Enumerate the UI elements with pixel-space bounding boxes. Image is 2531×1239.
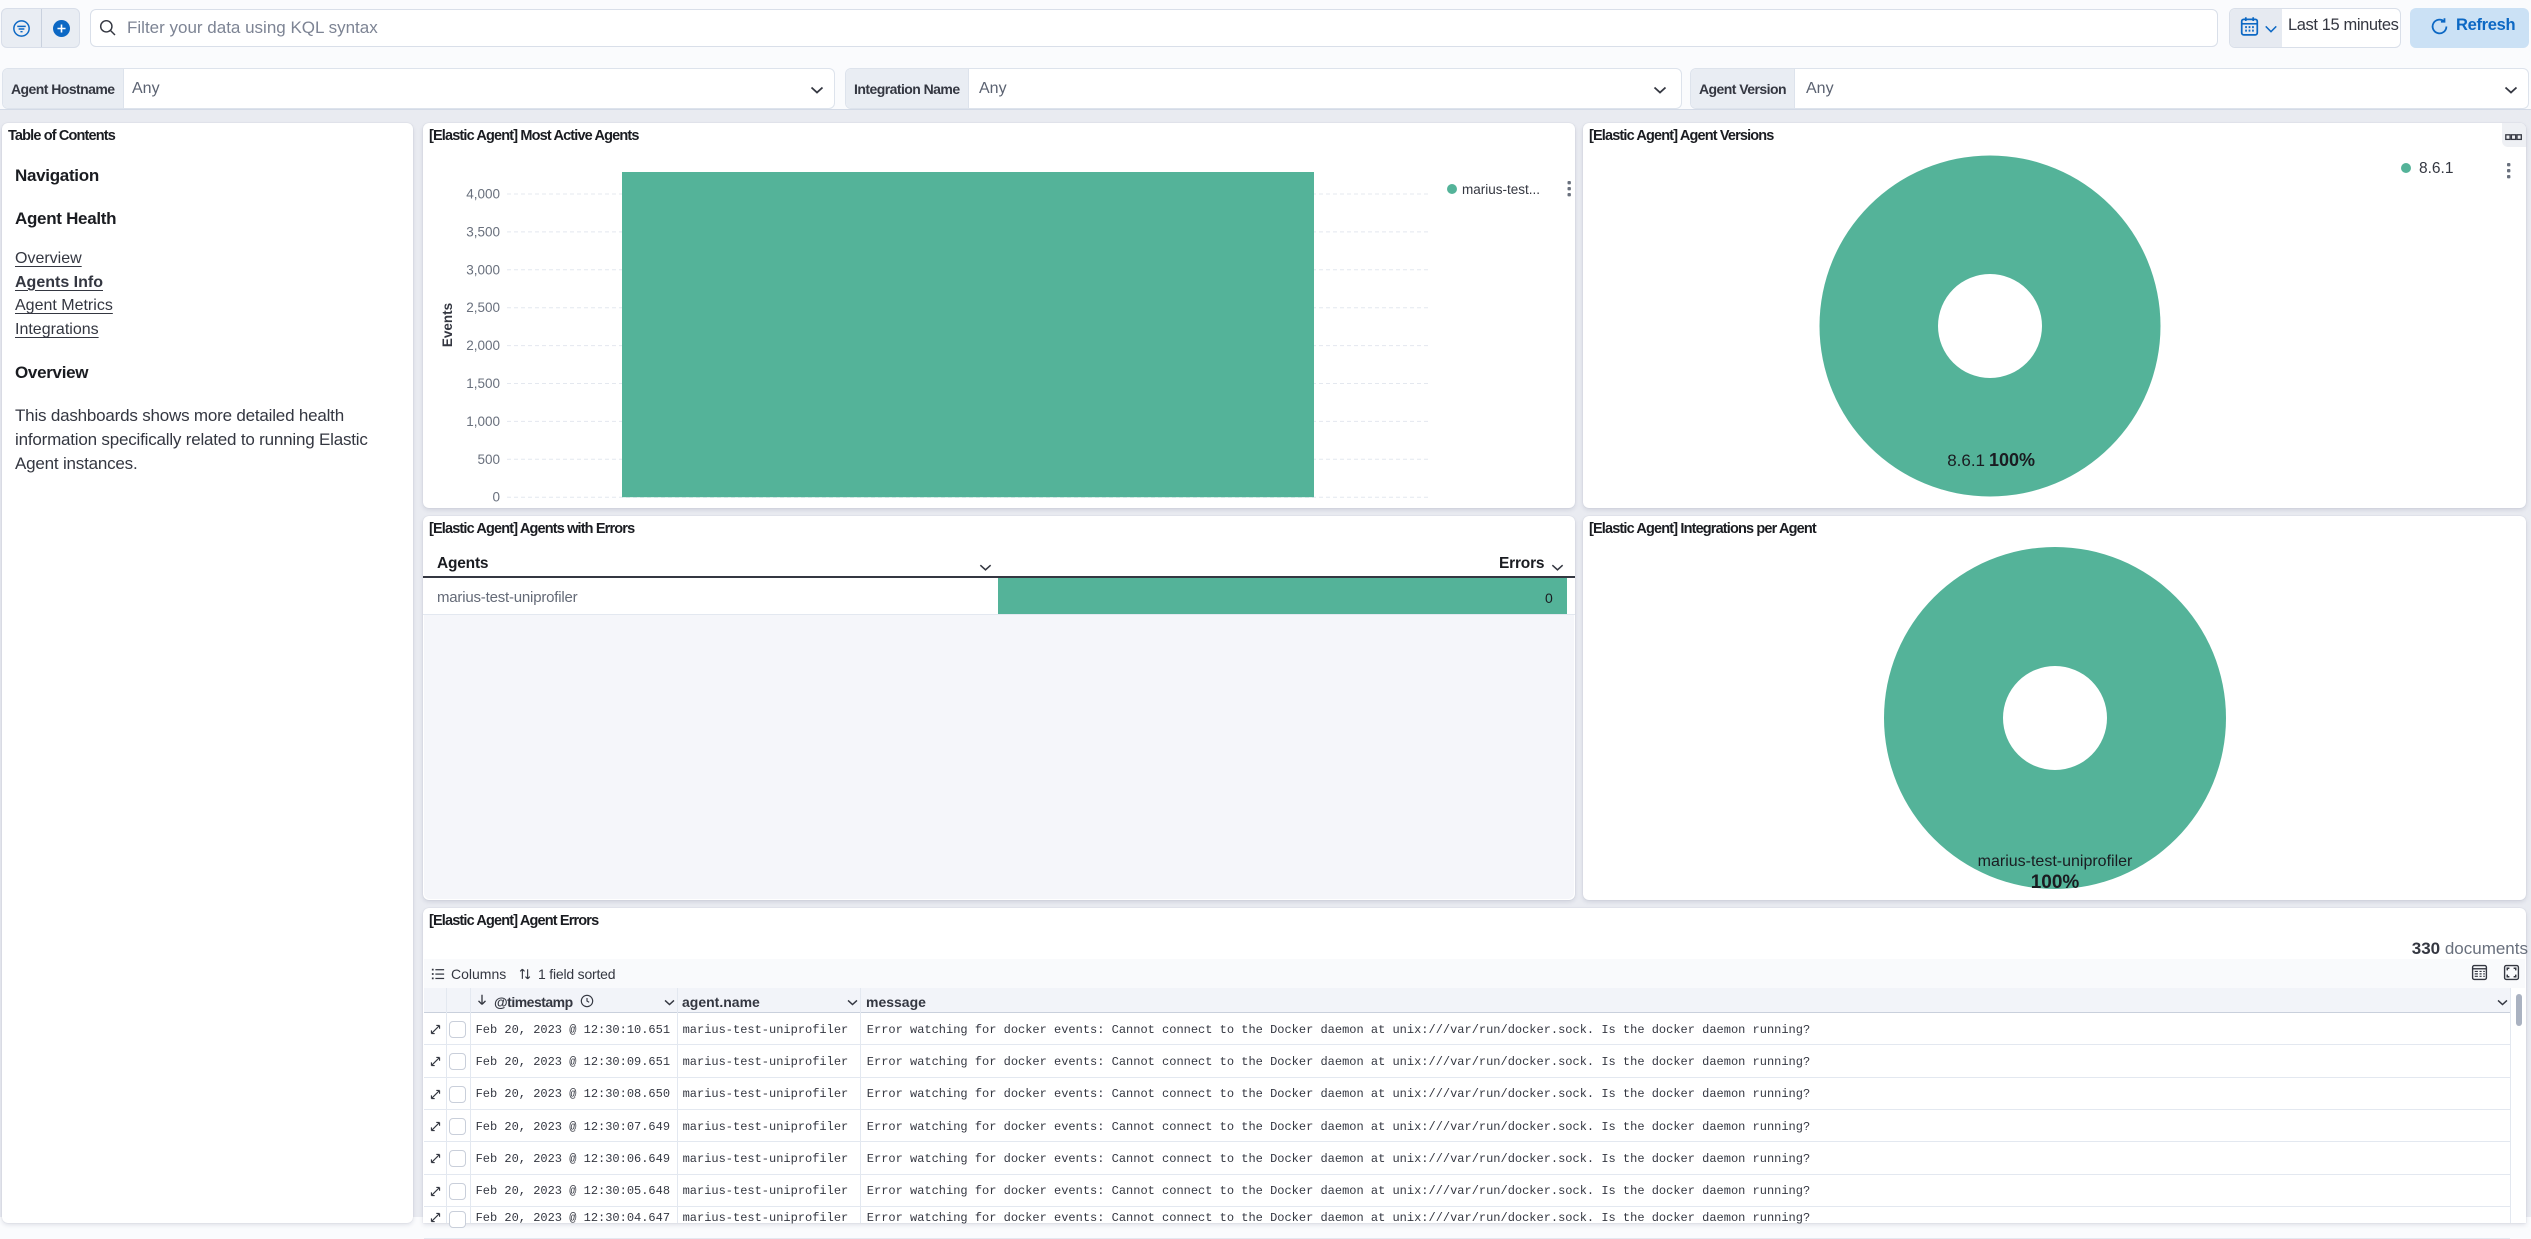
svg-text:1,500: 1,500 (466, 376, 500, 391)
svg-text:marius-test...: marius-test... (1462, 182, 1540, 197)
svg-text:2,500: 2,500 (466, 300, 500, 315)
svg-text:2,000: 2,000 (466, 338, 500, 353)
svg-text:marius-test-uniprofiler: marius-test-uniprofiler (1978, 853, 2133, 870)
svg-text:4,000: 4,000 (466, 187, 500, 202)
svg-text:3,000: 3,000 (466, 262, 500, 277)
svg-text:Events: Events (440, 303, 455, 347)
svg-text:100%: 100% (1989, 450, 2035, 470)
svg-text:500: 500 (477, 452, 500, 467)
svg-text:1,000: 1,000 (466, 414, 500, 429)
svg-text:0: 0 (492, 490, 500, 505)
svg-text:8.6.1: 8.6.1 (1947, 451, 1985, 470)
svg-text:3,500: 3,500 (466, 224, 500, 239)
svg-text:8.6.1: 8.6.1 (2419, 160, 2453, 177)
svg-text:100%: 100% (2031, 872, 2080, 893)
